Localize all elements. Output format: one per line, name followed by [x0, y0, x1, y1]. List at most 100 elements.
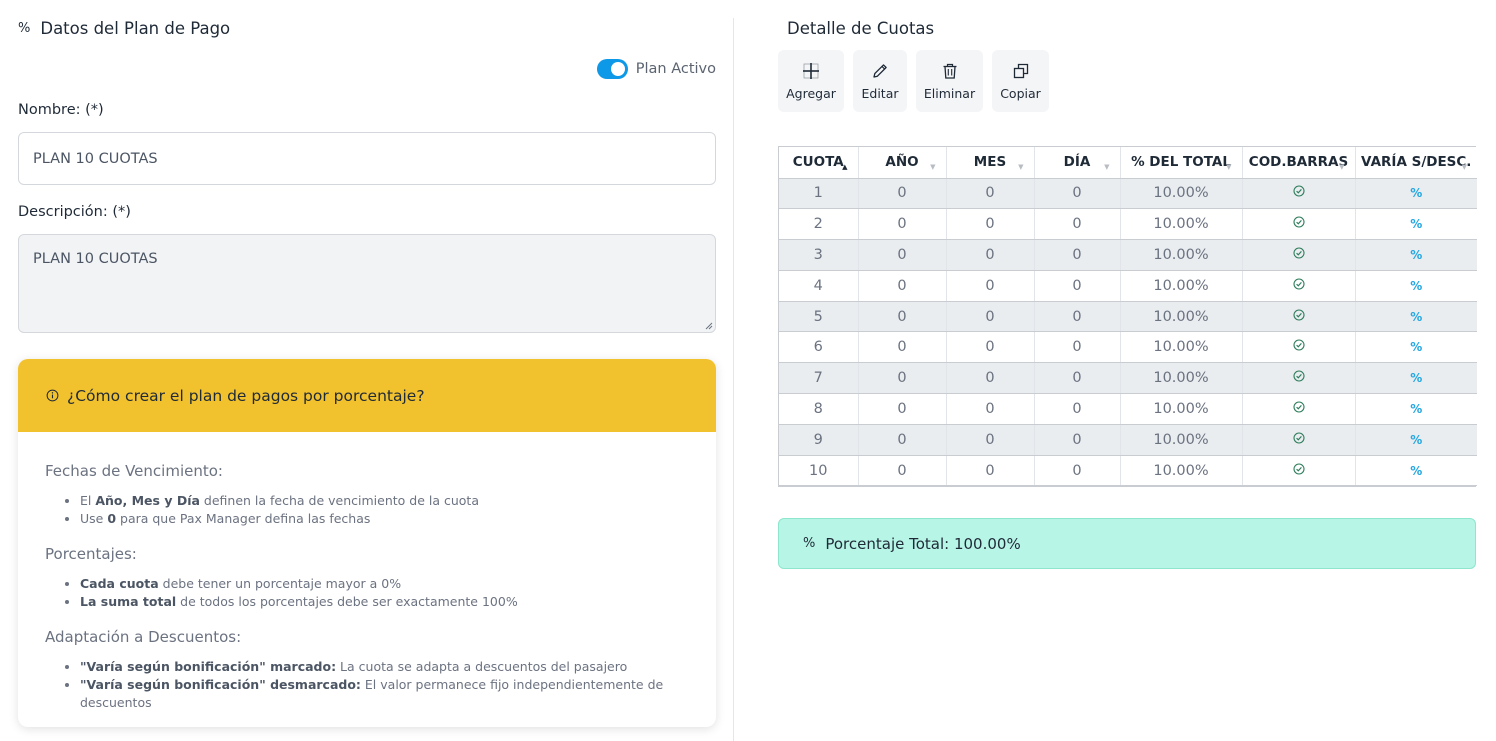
check-circle-icon	[1292, 247, 1305, 259]
check-circle-icon	[1292, 339, 1305, 351]
table-cell: 10.00%	[1120, 424, 1243, 456]
table-cell: 0	[946, 393, 1035, 425]
description-textarea[interactable]: PLAN 10 CUOTAS	[18, 234, 716, 333]
table-row[interactable]: 4 0 0 0 10.00%%	[779, 270, 1477, 302]
varies-discount-cell[interactable]: %	[1355, 270, 1477, 302]
sort-icon[interactable]: ▼	[1018, 163, 1023, 171]
plan-data-title-text: Datos del Plan de Pago	[40, 19, 231, 38]
help-section-list: "Varía según bonificación" marcado: La c…	[45, 658, 689, 712]
barcode-check-cell[interactable]	[1242, 270, 1356, 302]
table-row[interactable]: 3 0 0 0 10.00%%	[779, 239, 1477, 271]
installments-toolbar: Agregar Editar Eliminar Copiar	[778, 50, 1049, 112]
table-cell: 10.00%	[1120, 208, 1243, 241]
table-cell: 0	[858, 239, 947, 271]
table-cell: 1	[779, 178, 859, 210]
varies-discount-cell[interactable]: %	[1355, 393, 1477, 425]
check-circle-icon	[1292, 401, 1305, 413]
copy-button[interactable]: Copiar	[992, 50, 1049, 112]
varies-discount-cell[interactable]: %	[1355, 331, 1477, 364]
sort-icon[interactable]: ▼	[930, 163, 935, 171]
table-row[interactable]: 2 0 0 0 10.00%%	[779, 208, 1477, 241]
plan-active-label: Plan Activo	[635, 61, 716, 77]
table-row[interactable]: 7 0 0 0 10.00%%	[779, 362, 1477, 395]
column-header[interactable]: DÍA ▼	[1034, 147, 1121, 179]
barcode-check-cell[interactable]	[1242, 424, 1356, 456]
percent-icon: %	[1410, 463, 1423, 478]
varies-discount-cell[interactable]: %	[1355, 208, 1477, 241]
sort-icon[interactable]: ▼	[1339, 163, 1344, 171]
varies-discount-cell[interactable]: %	[1355, 455, 1477, 487]
table-cell: 0	[858, 208, 947, 241]
varies-discount-cell[interactable]: %	[1355, 362, 1477, 395]
barcode-check-cell[interactable]	[1242, 455, 1356, 487]
varies-discount-cell[interactable]: %	[1355, 301, 1477, 333]
help-item-text: La cuota se adapta a descuentos del pasa…	[336, 659, 628, 674]
edit-button[interactable]: Editar	[853, 50, 907, 112]
table-cell: 0	[1034, 270, 1121, 302]
help-item-text: definen la fecha de vencimiento de la cu…	[199, 493, 479, 508]
barcode-check-cell[interactable]	[1242, 239, 1356, 271]
barcode-check-cell[interactable]	[1242, 393, 1356, 425]
barcode-check-cell[interactable]	[1242, 362, 1356, 395]
description-value: PLAN 10 CUOTAS	[33, 251, 158, 267]
barcode-check-cell[interactable]	[1242, 331, 1356, 364]
add-button[interactable]: Agregar	[778, 50, 844, 112]
varies-discount-cell[interactable]: %	[1355, 424, 1477, 456]
help-item-text: para que Pax Manager defina las fechas	[116, 511, 371, 526]
percent-icon: %	[1410, 340, 1423, 355]
toggle-knob	[610, 62, 625, 76]
help-item-bold: Año, Mes y Día	[95, 493, 200, 508]
plan-active-toggle[interactable]	[596, 59, 628, 79]
table-row[interactable]: 6 0 0 0 10.00%%	[779, 331, 1477, 364]
table-cell: 10.00%	[1120, 239, 1243, 271]
help-section-heading: Adaptación a Descuentos:	[45, 628, 242, 646]
plus-icon	[803, 62, 819, 79]
column-header-label: VARÍA S/DESC.	[1361, 154, 1472, 171]
sort-asc-icon[interactable]: ▲	[842, 163, 847, 171]
column-header[interactable]: % DEL TOTAL ▼	[1120, 147, 1243, 179]
column-header[interactable]: MES ▼	[946, 147, 1035, 179]
column-header[interactable]: CUOTA ▲	[779, 147, 859, 179]
column-header-label: CUOTA	[792, 154, 844, 171]
table-row[interactable]: 1 0 0 0 10.00%%	[779, 178, 1477, 210]
barcode-check-cell[interactable]	[1242, 178, 1356, 210]
percent-icon: %	[1410, 309, 1423, 324]
column-header-label: MES	[973, 154, 1007, 171]
table-cell: 0	[858, 424, 947, 456]
table-cell: 0	[946, 331, 1035, 364]
table-row[interactable]: 5 0 0 0 10.00%%	[779, 301, 1477, 333]
table-row[interactable]: 8 0 0 0 10.00%%	[779, 393, 1477, 425]
help-card-title: ¿Cómo crear el plan de pagos por porcent…	[67, 386, 425, 405]
sort-icon[interactable]: ▼	[1226, 163, 1231, 171]
column-header-label: DÍA	[1063, 154, 1091, 171]
sort-icon[interactable]: ▼	[1104, 163, 1109, 171]
resize-handle-icon[interactable]	[705, 322, 713, 330]
table-cell: 0	[1034, 301, 1121, 333]
grid-header-row: CUOTA ▲ AÑO ▼ MES ▼ DÍA ▼% DEL TOTAL ▼ COD.BARRAS…	[779, 147, 1477, 179]
table-row[interactable]: 10 0 0 0 10.00%%	[779, 455, 1477, 487]
help-list-item: El Año, Mes y Día definen la fecha de ve…	[80, 492, 689, 510]
table-cell: 0	[1034, 239, 1121, 271]
name-input[interactable]: PLAN 10 CUOTAS	[18, 132, 716, 185]
column-header[interactable]: AÑO ▼	[858, 147, 947, 179]
percent-icon: %	[803, 536, 816, 551]
help-section-list: Cada cuota debe tener un porcentaje mayo…	[45, 575, 689, 611]
varies-discount-cell[interactable]: %	[1355, 178, 1477, 210]
table-cell: 0	[858, 455, 947, 487]
column-header[interactable]: COD.BARRAS ▼	[1242, 147, 1356, 179]
help-item-text: Use	[80, 511, 108, 526]
column-header[interactable]: VARÍA S/DESC. ▼	[1355, 147, 1477, 179]
table-row[interactable]: 9 0 0 0 10.00%%	[779, 424, 1477, 456]
column-header-label: AÑO	[885, 154, 919, 171]
table-cell: 0	[946, 239, 1035, 271]
table-cell: 0	[1034, 393, 1121, 425]
table-cell: 0	[858, 362, 947, 395]
plan-data-panel: % Datos del Plan de Pago Plan Activo Nom…	[18, 0, 716, 741]
percent-icon: %	[1410, 247, 1423, 262]
barcode-check-cell[interactable]	[1242, 301, 1356, 333]
varies-discount-cell[interactable]: %	[1355, 239, 1477, 271]
delete-button[interactable]: Eliminar	[916, 50, 983, 112]
sort-icon[interactable]: ▼	[1462, 163, 1467, 171]
barcode-check-cell[interactable]	[1242, 208, 1356, 241]
table-cell: 9	[779, 424, 859, 456]
